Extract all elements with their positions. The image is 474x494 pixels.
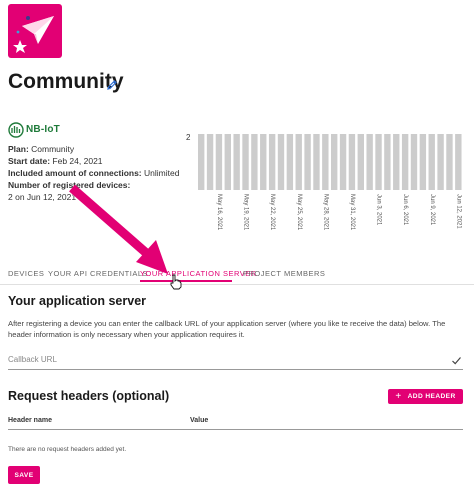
app-server-description: After registering a device you can enter…: [8, 319, 446, 339]
request-headers-heading: Request headers (optional): [8, 389, 170, 403]
chart-bar: [393, 134, 400, 190]
callback-url-input[interactable]: Callback URL: [8, 355, 57, 364]
tab-devices[interactable]: DEVICES: [8, 269, 44, 278]
tab-application-server[interactable]: YOUR APPLICATION SERVER: [140, 269, 257, 278]
add-header-label: ADD HEADER: [407, 393, 456, 400]
chart-bar: [401, 134, 409, 190]
chart-bar: [446, 134, 453, 190]
x-tick-label: May 31, 2021: [349, 194, 355, 231]
chart-bar: [304, 134, 311, 190]
app-logo: [8, 4, 62, 58]
chart-bar: [348, 134, 356, 190]
header-name-column: Header name: [8, 417, 52, 424]
x-tick-label: May 25, 2021: [296, 194, 302, 231]
chart-bar: [260, 134, 267, 190]
tab-api-credentials[interactable]: YOUR API CREDENTIALS: [48, 269, 148, 278]
save-button[interactable]: SAVE: [8, 466, 40, 484]
x-tick-label: Jun 9, 2021: [429, 194, 435, 226]
chart-bar: [242, 134, 249, 190]
check-icon[interactable]: [451, 353, 462, 365]
value-column: Value: [190, 417, 209, 424]
chart-bar: [366, 134, 373, 190]
chart-bar: [384, 134, 391, 190]
chart-bar: [198, 134, 205, 190]
start-date-line: Start date: Feb 24, 2021: [8, 156, 103, 166]
app-server-heading: Your application server: [8, 294, 147, 308]
chart-bar: [251, 134, 258, 190]
registered-devices-line: Number of registered devices:: [8, 180, 131, 190]
empty-headers-message: There are no request headers added yet.: [8, 446, 127, 453]
chart-bar: [419, 134, 427, 190]
chart-bar: [313, 134, 320, 190]
tab-project-members[interactable]: PROJECT MEMBERS: [243, 269, 325, 278]
callback-url-underline: [8, 369, 463, 370]
table-header-divider: [8, 429, 463, 430]
chart-bar: [286, 134, 294, 190]
x-tick-label: May 22, 2021: [269, 194, 275, 231]
chart-bar: [277, 134, 285, 190]
add-header-button[interactable]: + ADD HEADER: [388, 389, 463, 404]
tab-bar: DEVICES YOUR API CREDENTIALS YOUR APPLIC…: [0, 262, 474, 285]
pencil-icon[interactable]: [106, 78, 118, 90]
plan-line: Plan: Community: [8, 144, 75, 154]
x-tick-label: Jun 12, 2021: [455, 194, 461, 229]
x-tick-label: Jun 6, 2021: [402, 194, 408, 226]
x-tick-label: May 19, 2021: [243, 194, 249, 231]
chart-bar: [357, 134, 364, 190]
chart-bar: [437, 134, 444, 190]
chart-bar: [331, 134, 338, 190]
plus-icon: +: [395, 391, 402, 402]
nb-iot-logo-text: NB-IoT: [26, 124, 60, 135]
x-tick-label: May 16, 2021: [216, 194, 222, 231]
chart-bar: [410, 134, 418, 190]
chart-bar: [224, 134, 231, 190]
chart-bar: [268, 134, 276, 190]
chart-bar: [233, 134, 240, 190]
x-tick-label: Jun 3, 2021: [376, 194, 382, 226]
registered-devices-value: 2 on Jun 12, 2021: [8, 192, 77, 202]
chart-bar: [375, 134, 382, 190]
chart-bar: [295, 134, 302, 190]
hand-cursor-icon: [170, 274, 182, 290]
y-tick-label: 2: [186, 133, 191, 142]
chart-bar: [322, 134, 329, 190]
chart-bar: [455, 134, 462, 190]
chart-bar: [339, 134, 347, 190]
x-tick-label: May 28, 2021: [322, 194, 328, 231]
chart-bar: [428, 134, 435, 190]
devices-chart-svg: 2 May 16, 2021 May 19, 2021 May 22, 2021 May…: [186, 133, 462, 231]
connections-line: Included amount of connections: Unlimite…: [8, 168, 180, 178]
active-tab-indicator: [140, 280, 232, 282]
devices-chart: 2 May 16, 2021 May 19, 2021 May 22, 2021 May…: [176, 128, 466, 238]
chart-bar: [215, 134, 223, 190]
chart-bar: [206, 134, 214, 190]
